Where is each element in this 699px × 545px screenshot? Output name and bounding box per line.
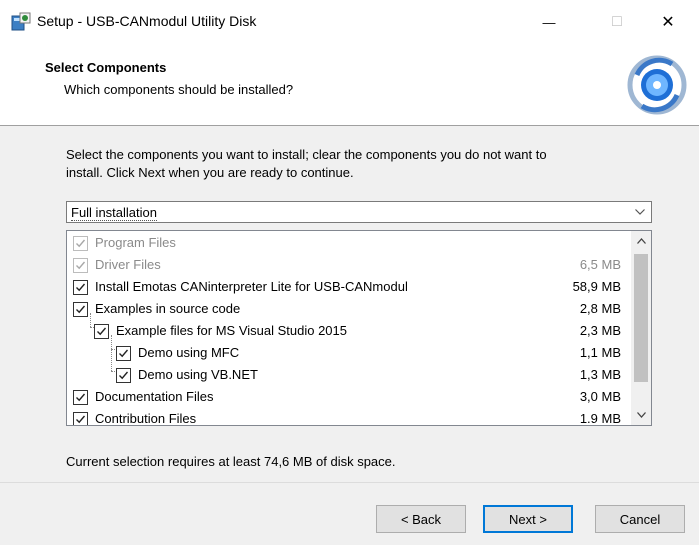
component-size: 3,0 MB	[579, 389, 621, 404]
maximize-icon: □	[612, 13, 622, 30]
close-button[interactable]: ✕	[645, 0, 691, 44]
component-label: Contribution Files	[95, 411, 197, 426]
component-label: Driver Files	[95, 257, 161, 272]
component-label: Example files for MS Visual Studio 2015	[116, 323, 347, 338]
checkmark-icon	[76, 261, 86, 270]
cancel-button-label: Cancel	[619, 511, 661, 527]
disk-space-label: Current selection requires at least 74,6…	[66, 454, 396, 469]
minimize-button[interactable]: —	[526, 0, 572, 44]
component-row[interactable]: Demo using MFC 1,1 MB	[67, 343, 629, 365]
instructions-line-1: Select the components you want to instal…	[66, 147, 547, 162]
component-row[interactable]: Documentation Files 3,0 MB	[67, 387, 629, 409]
component-size: 1,1 MB	[579, 345, 621, 360]
component-row[interactable]: Demo using VB.NET 1,3 MB	[67, 365, 629, 387]
checkmark-icon	[76, 305, 86, 314]
component-size: 58,9 MB	[572, 279, 621, 294]
window-title: Setup - USB-CANmodul Utility Disk	[37, 13, 257, 29]
component-row: Driver Files 6,5 MB	[67, 255, 629, 277]
main-panel: Select the components you want to instal…	[0, 126, 699, 482]
wizard-footer: < Back Next > Cancel	[0, 482, 699, 545]
component-row[interactable]: Example files for MS Visual Studio 2015 2…	[67, 321, 629, 343]
scroll-up-button[interactable]	[631, 231, 651, 251]
component-size: 2,3 MB	[579, 323, 621, 338]
wizard-header: Select Components Which components shoul…	[0, 44, 699, 126]
setup-installer-icon	[11, 12, 31, 32]
close-icon: ✕	[661, 14, 675, 31]
instructions-line-2: install. Click Next when you are ready t…	[66, 165, 354, 180]
chevron-down-icon	[629, 202, 651, 222]
checkmark-icon	[97, 327, 107, 336]
component-label: Examples in source code	[95, 301, 241, 316]
component-checkbox	[73, 258, 88, 273]
chevron-up-icon	[636, 238, 646, 244]
component-label: Demo using VB.NET	[138, 367, 258, 382]
component-label: Install Emotas CANinterpreter Lite for U…	[95, 279, 408, 294]
checkmark-icon	[76, 415, 86, 424]
minimize-icon: —	[542, 14, 556, 30]
component-label: Program Files	[95, 235, 176, 250]
component-size: 1,3 MB	[579, 367, 621, 382]
back-button-label: < Back	[400, 511, 442, 527]
wizard-disc-icon	[627, 55, 687, 115]
checkmark-icon	[76, 393, 86, 402]
component-row[interactable]: Examples in source code 2,8 MB	[67, 299, 629, 321]
checkmark-icon	[119, 349, 129, 358]
title-bar: Setup - USB-CANmodul Utility Disk — □ ✕	[0, 0, 699, 44]
component-checkbox	[73, 236, 88, 251]
maximize-button: □	[594, 0, 640, 44]
checkmark-icon	[119, 371, 129, 380]
component-row[interactable]: Contribution Files 1.9 MB	[67, 409, 629, 426]
checkmark-icon	[76, 239, 86, 248]
cancel-button[interactable]: Cancel	[595, 505, 685, 533]
back-button[interactable]: < Back	[376, 505, 466, 533]
checkmark-icon	[76, 283, 86, 292]
component-size: 2,8 MB	[579, 301, 621, 316]
next-button[interactable]: Next >	[483, 505, 573, 533]
component-size: 1.9 MB	[579, 411, 621, 426]
component-row[interactable]: Install Emotas CANinterpreter Lite for U…	[67, 277, 629, 299]
component-checkbox[interactable]	[73, 280, 88, 295]
chevron-down-icon	[636, 412, 646, 418]
component-checkbox[interactable]	[73, 302, 88, 317]
component-checkbox[interactable]	[73, 390, 88, 405]
components-list[interactable]: Program Files Driver Files 6,5 MB Install E…	[66, 230, 652, 426]
component-checkbox[interactable]	[73, 412, 88, 425]
components-scrollbar[interactable]	[631, 231, 651, 425]
component-label: Documentation Files	[95, 389, 214, 404]
component-label: Demo using MFC	[138, 345, 240, 360]
page-subtitle: Which components should be installed?	[64, 82, 294, 97]
component-row: Program Files	[67, 233, 629, 255]
page-title: Select Components	[45, 60, 167, 75]
component-checkbox[interactable]	[116, 368, 131, 383]
instructions-text: Select the components you want to instal…	[66, 146, 656, 182]
component-size: 6,5 MB	[579, 257, 621, 272]
component-checkbox[interactable]	[94, 324, 109, 339]
next-button-label: Next >	[509, 511, 547, 527]
install-type-dropdown[interactable]: Full installation	[66, 201, 652, 223]
scroll-down-button[interactable]	[631, 405, 651, 425]
install-type-value: Full installation	[71, 205, 157, 221]
scroll-thumb[interactable]	[634, 254, 648, 382]
component-checkbox[interactable]	[116, 346, 131, 361]
